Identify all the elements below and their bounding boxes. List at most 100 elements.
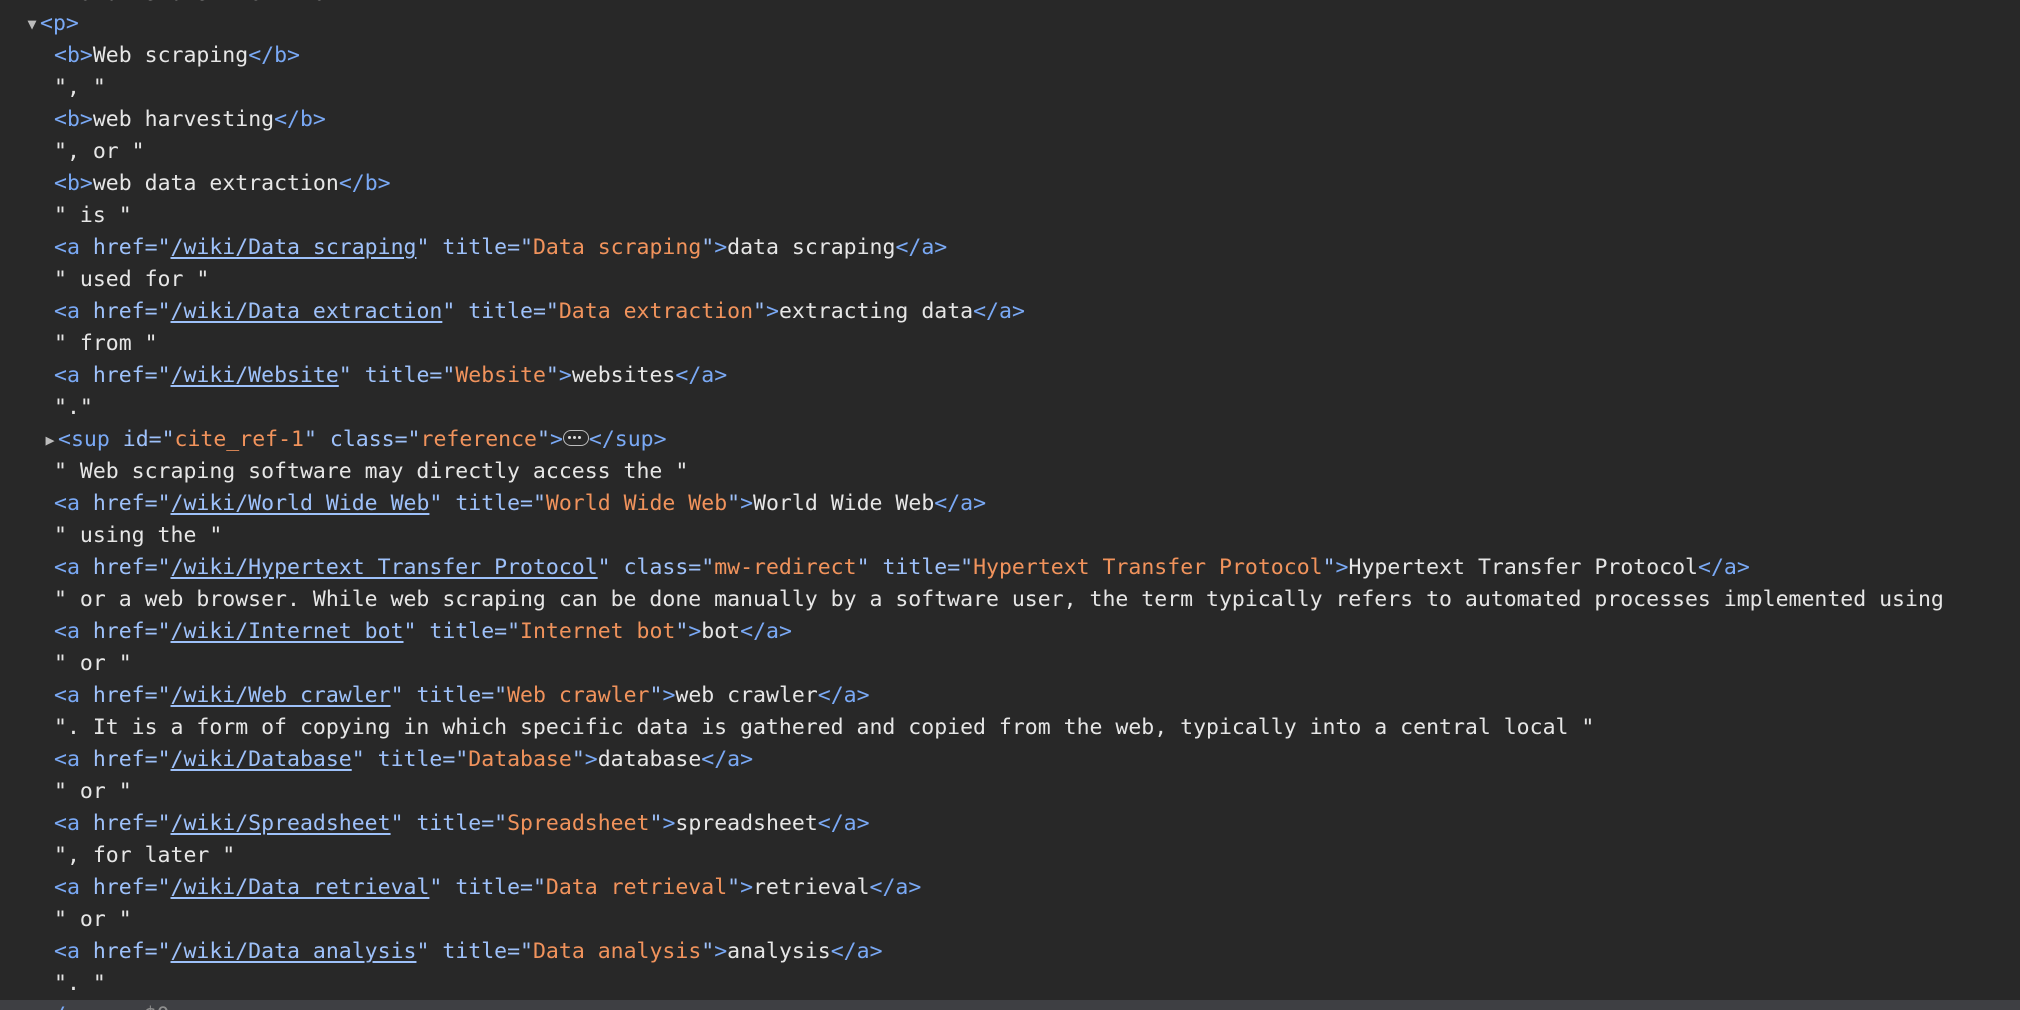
attribute-name: class=" — [329, 427, 421, 452]
tree-node-row[interactable]: </p> == $0 — [0, 1000, 2020, 1010]
tree-node-row[interactable]: " used for " — [0, 264, 2020, 296]
tree-node-row[interactable]: " is " — [0, 200, 2020, 232]
tree-node-row[interactable]: " Web scraping software may directly acc… — [0, 456, 2020, 488]
attribute-name: href=" — [92, 491, 171, 516]
text-node: ", or " — [54, 139, 145, 164]
attribute-name: href=" — [92, 683, 171, 708]
expand-triangle-icon[interactable]: ▼ — [22, 8, 42, 40]
tree-node-row[interactable]: " using the " — [0, 520, 2020, 552]
attribute-quote: " — [390, 683, 404, 708]
link-text: data scraping — [727, 235, 896, 260]
tag-bracket: </ — [274, 107, 300, 132]
tree-node-row[interactable]: ", or " — [0, 136, 2020, 168]
tree-node-row[interactable]: ▶ <sup id="cite_ref-1" class="reference">… — [0, 424, 2020, 456]
tag-name: <a — [54, 491, 80, 516]
tree-node-row[interactable]: ", for later " — [0, 840, 2020, 872]
link-text: Hypertext Transfer Protocol — [1348, 555, 1699, 580]
tree-node-row[interactable]: <a href="/wiki/World_Wide_Web" title="Wo… — [0, 488, 2020, 520]
attribute-value: Data scraping — [532, 235, 702, 260]
attribute-name: href=" — [92, 619, 171, 644]
tree-node-row[interactable]: " or " — [0, 648, 2020, 680]
attribute-quote: " — [675, 619, 689, 644]
link-text: World Wide Web — [753, 491, 935, 516]
href-link[interactable]: /wiki/Internet_bot — [171, 619, 404, 644]
attribute-name: href=" — [92, 747, 171, 772]
tree-node-row[interactable]: <a href="/wiki/Internet_bot" title="Inte… — [0, 616, 2020, 648]
tree-node-row[interactable]: <a href="/wiki/Data_analysis" title="Dat… — [0, 936, 2020, 968]
tree-node-row[interactable]: ". It is a form of copying in which spec… — [0, 712, 2020, 744]
tree-node-row[interactable]: <a href="/wiki/Data_extraction" title="D… — [0, 296, 2020, 328]
tag-close: </a> — [830, 939, 883, 964]
text-node: ". It is a form of copying in which spec… — [54, 715, 1595, 740]
tree-node-row[interactable]: "." — [0, 392, 2020, 424]
attribute-value: Spreadsheet — [507, 811, 650, 836]
tree-node-row[interactable]: ▼ <p> — [0, 8, 2020, 40]
tree-node-row[interactable]: <a href="/wiki/Database" title="Database… — [0, 744, 2020, 776]
tag-close: </a> — [675, 363, 728, 388]
attribute-name: title=" — [442, 235, 533, 260]
href-link[interactable]: /wiki/World_Wide_Web — [171, 491, 430, 516]
href-link[interactable]: /wiki/Web_crawler — [171, 683, 391, 708]
node-line: <b>web data extraction</b> — [54, 168, 391, 200]
tag-name: sup — [614, 427, 654, 452]
href-link[interactable]: /wiki/Data_retrieval — [171, 875, 430, 900]
attribute-quote: " — [303, 427, 317, 452]
tag-bracket: </ — [248, 43, 275, 68]
attribute-name: title=" — [455, 491, 546, 516]
attribute-value: Data extraction — [558, 299, 754, 324]
tag-bracket: > — [79, 171, 93, 196]
tree-node-row[interactable]: <b>Web scraping</b> — [0, 40, 2020, 72]
href-link[interactable]: /wiki/Hypertext_Transfer_Protocol — [171, 555, 598, 580]
tree-node-row[interactable]: <b>web data extraction</b> — [0, 168, 2020, 200]
tree-node-row[interactable]: <a href="/wiki/Data_retrieval" title="Da… — [0, 872, 2020, 904]
attribute-quote: " — [701, 939, 715, 964]
tree-node-row[interactable]: <a href="/wiki/Website" title="Website">… — [0, 360, 2020, 392]
tag-bracket: > — [377, 171, 391, 196]
node-line: ", for later " — [54, 840, 235, 872]
tree-node-row[interactable]: " or a web browser. While web scraping c… — [0, 584, 2020, 616]
href-link[interactable]: /wiki/Data_extraction — [171, 299, 443, 324]
href-link[interactable]: /wiki/Website — [171, 363, 339, 388]
attribute-value: Data analysis — [532, 939, 702, 964]
href-link[interactable]: /wiki/Spreadsheet — [171, 811, 391, 836]
ellipsis-icon[interactable] — [562, 430, 589, 446]
tag-bracket: < — [40, 11, 53, 36]
attribute-name: href=" — [92, 299, 171, 324]
attribute-name: href=" — [92, 235, 171, 260]
tree-node-row[interactable]: " or " — [0, 904, 2020, 936]
attribute-quote: " — [701, 235, 715, 260]
attribute-quote: " — [416, 939, 430, 964]
tag-close: </a> — [869, 875, 922, 900]
link-text: retrieval — [753, 875, 870, 900]
node-line: <a href="/wiki/Data_extraction" title="D… — [54, 296, 1025, 328]
tree-node-row[interactable]: <a href="/wiki/Hypertext_Transfer_Protoc… — [0, 552, 2020, 584]
tree-node-row[interactable]: <a href="/wiki/Web_crawler" title="Web c… — [0, 680, 2020, 712]
href-link[interactable]: /wiki/Data_analysis — [171, 939, 417, 964]
text-node: " from " — [54, 331, 158, 356]
tree-node-row[interactable]: " from " — [0, 328, 2020, 360]
tree-node-row[interactable]: " or " — [0, 776, 2020, 808]
tag-name: <a — [54, 811, 80, 836]
link-text: bot — [701, 619, 741, 644]
link-text: extracting data — [778, 299, 974, 324]
tree-node-row[interactable]: <a href="/wiki/Data_scraping" title="Dat… — [0, 232, 2020, 264]
tag-close: </a> — [701, 747, 754, 772]
tree-node-row[interactable]: <a href="/wiki/Spreadsheet" title="Sprea… — [0, 808, 2020, 840]
node-line: <p> — [40, 8, 79, 40]
dollar-zero-ref: == $0 — [105, 1003, 170, 1010]
href-link[interactable]: /wiki/Database — [171, 747, 352, 772]
tree-node-row[interactable]: <b>web harvesting</b> — [0, 104, 2020, 136]
node-line: " or " — [54, 904, 132, 936]
tree-node-row[interactable]: ", " — [0, 72, 2020, 104]
attribute-name: class=" — [623, 555, 715, 580]
node-line: " used for " — [54, 264, 209, 296]
text-node: " or " — [54, 651, 132, 676]
collapsed-triangle-icon[interactable]: ▶ — [40, 424, 60, 456]
node-line: <b>web harvesting</b> — [54, 104, 326, 136]
tag-bracket: > — [79, 1003, 92, 1010]
attribute-value: Data retrieval — [545, 875, 728, 900]
tree-node-row[interactable]: ". " — [0, 968, 2020, 1000]
link-text: spreadsheet — [675, 811, 818, 836]
tag-name: <a — [54, 619, 80, 644]
href-link[interactable]: /wiki/Data_scraping — [171, 235, 417, 260]
